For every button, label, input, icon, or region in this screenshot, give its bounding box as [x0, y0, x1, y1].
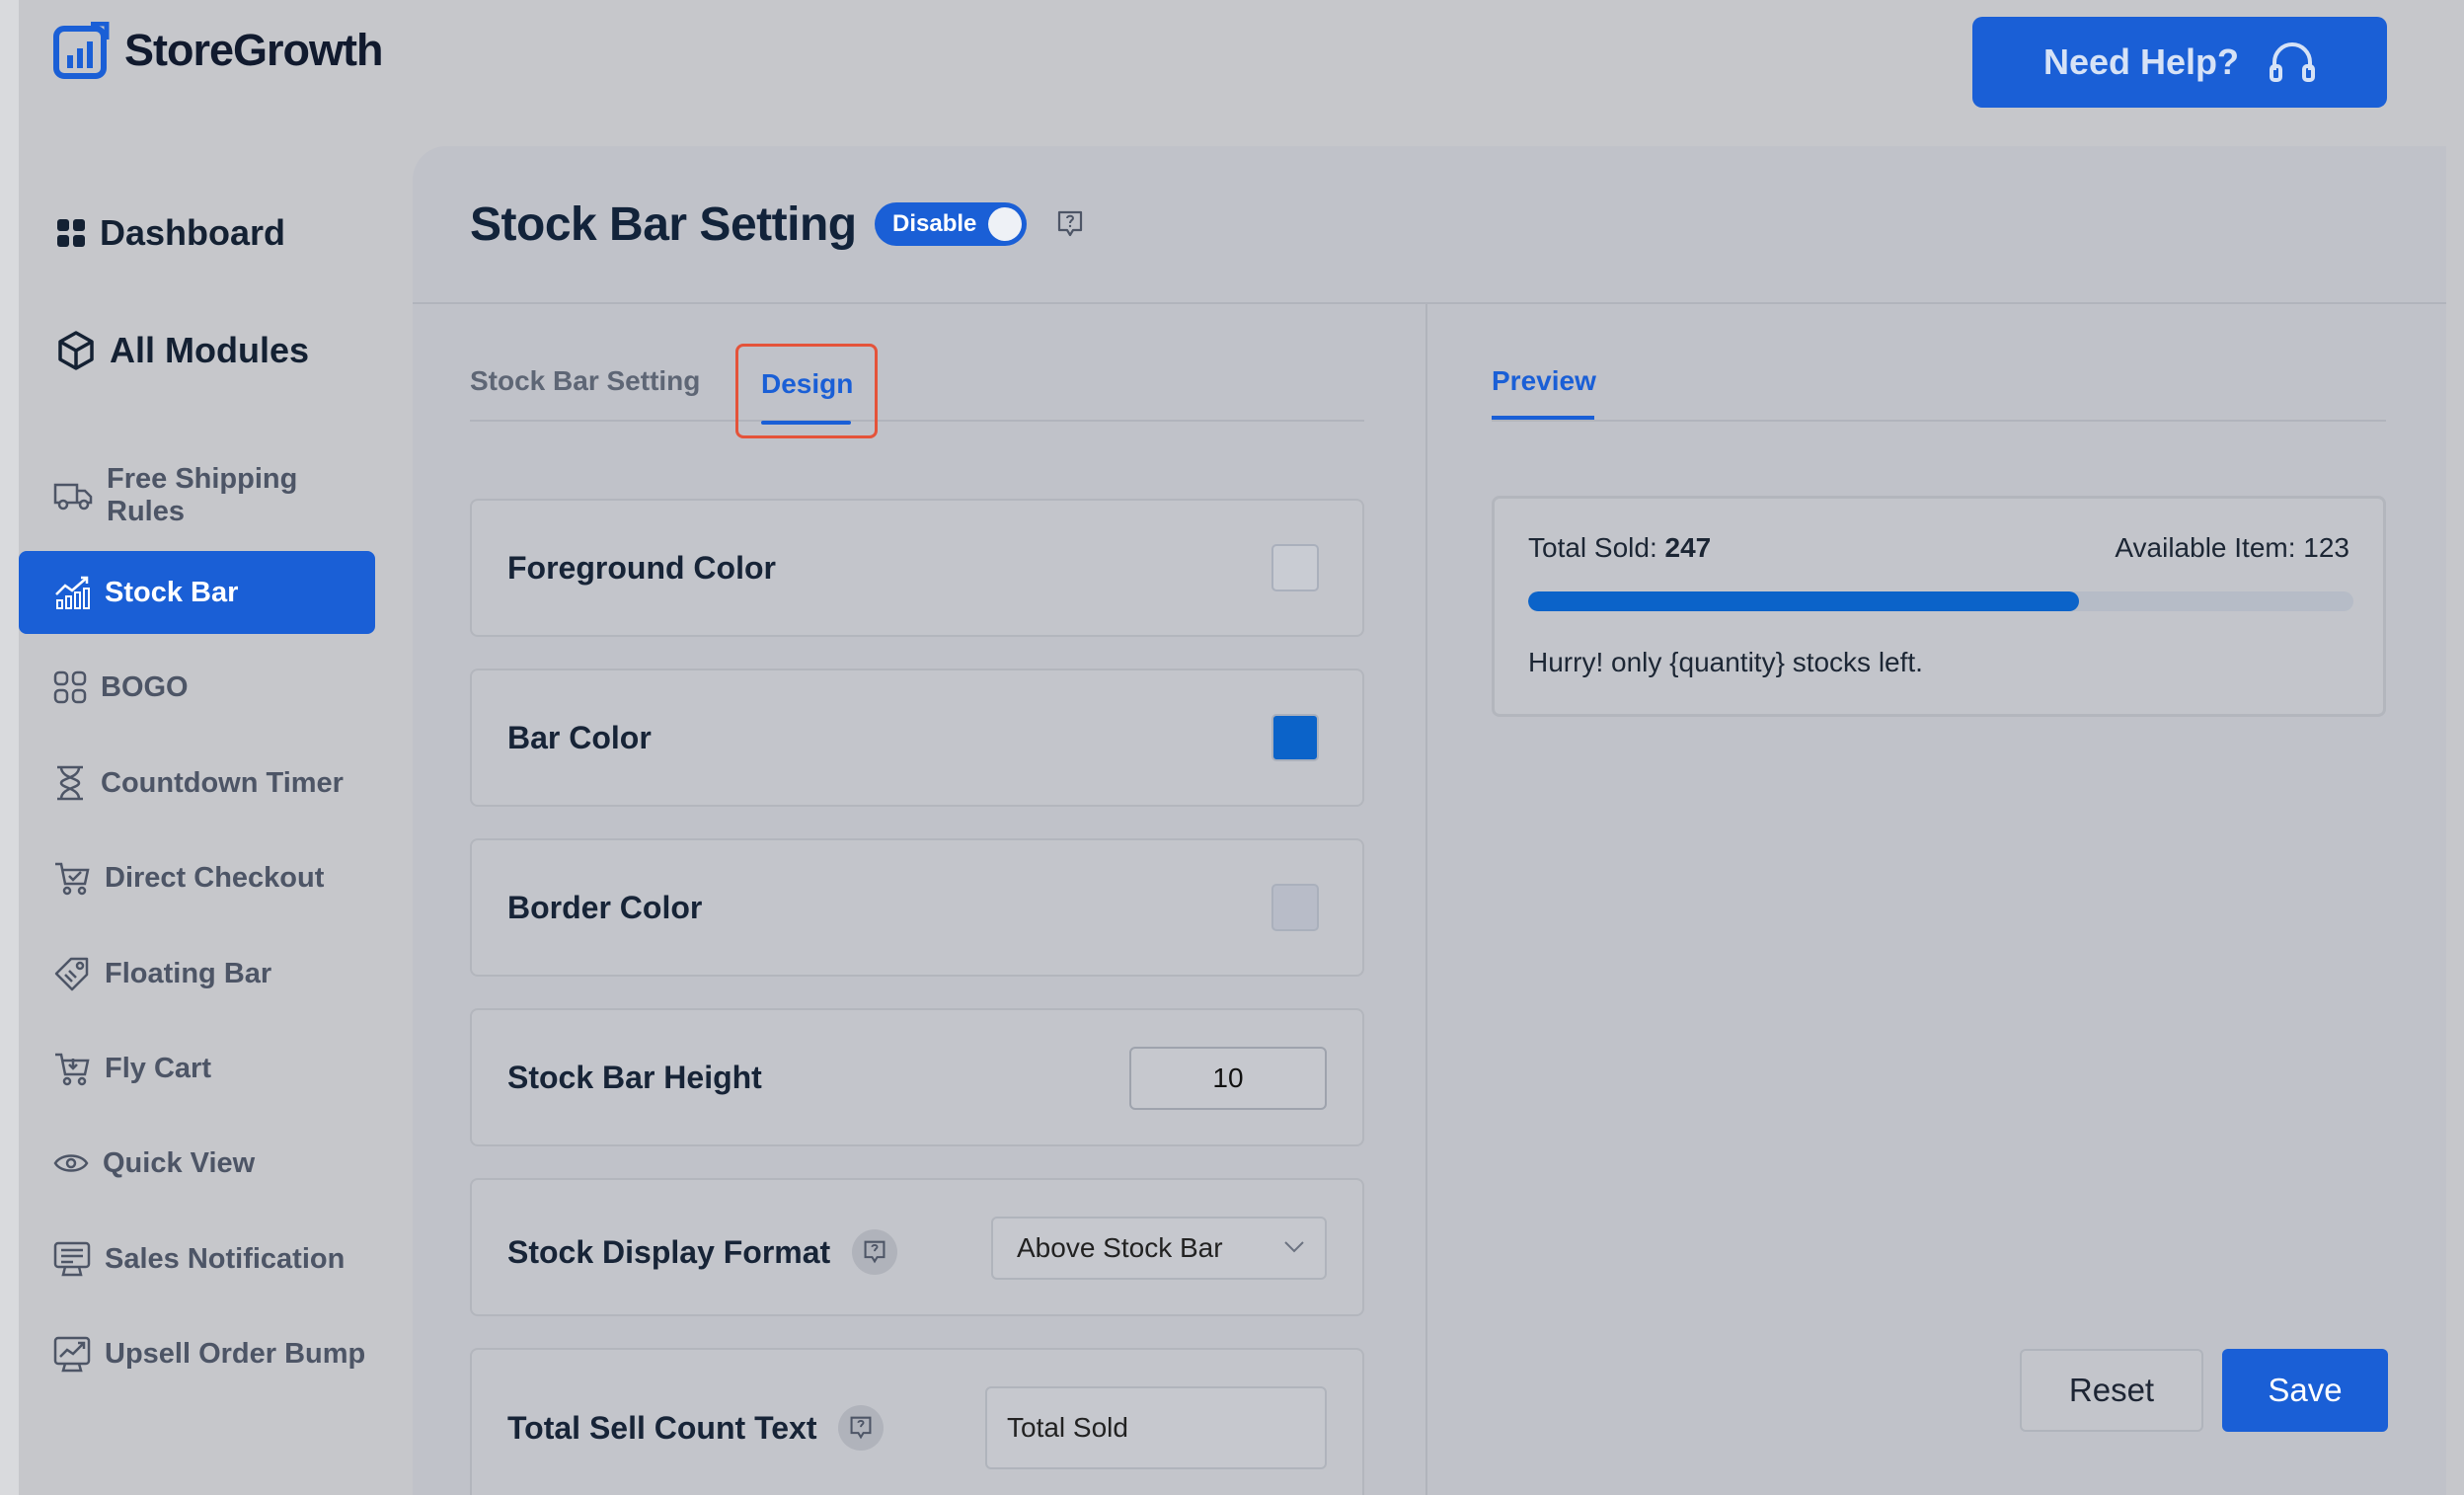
tab-preview-underline: [1492, 416, 1594, 420]
sidebar-item-countdown-timer[interactable]: Countdown Timer: [19, 742, 375, 825]
stock-chart-icon: [55, 576, 90, 609]
brand-name: StoreGrowth: [124, 25, 384, 75]
chevron-down-icon: [1284, 1241, 1304, 1253]
border-color-swatch[interactable]: [1271, 884, 1319, 931]
tab-design[interactable]: Design: [735, 344, 878, 438]
border-color-row: Border Color: [470, 838, 1364, 977]
main-panel: Stock Bar Setting Disable Stock Bar Sett…: [413, 146, 2446, 1495]
stock-bar-preview: Total Sold: 247 Available Item: 123 Hurr…: [1492, 496, 2386, 717]
cart-check-icon: [55, 862, 90, 896]
sidebar-item-label: Free Shipping Rules: [107, 463, 298, 527]
sidebar-item-upsell-order-bump[interactable]: Upsell Order Bump: [19, 1312, 375, 1395]
sidebar-item-label: Upsell Order Bump: [105, 1337, 366, 1370]
preview-available-value: 123: [2303, 532, 2349, 563]
sidebar-item-label: Fly Cart: [105, 1052, 211, 1084]
stock-bar-height-row: Stock Bar Height 10: [470, 1008, 1364, 1146]
toggle-knob: [988, 207, 1022, 241]
sidebar-item-label: Quick View: [103, 1146, 256, 1179]
sidebar-item-quick-view[interactable]: Quick View: [19, 1122, 375, 1205]
sidebar-all-modules[interactable]: All Modules: [56, 330, 309, 371]
help-tooltip-icon[interactable]: [852, 1229, 898, 1275]
sidebar-dashboard-label: Dashboard: [100, 212, 286, 253]
trend-chart-icon: [53, 1336, 91, 1373]
left-edge-strip: [0, 0, 19, 1495]
reset-button[interactable]: Reset: [2020, 1349, 2203, 1432]
sidebar-item-label: Countdown Timer: [101, 766, 344, 799]
tab-preview[interactable]: Preview: [1492, 365, 1596, 397]
sidebar-all-modules-label: All Modules: [110, 330, 310, 370]
dashboard-grid-icon: [57, 219, 85, 247]
need-help-label: Need Help?: [2042, 41, 2240, 82]
total-sell-count-text-label: Total Sell Count Text: [507, 1409, 817, 1446]
tab-design-label: Design: [761, 368, 854, 399]
tabs-baseline: [470, 420, 1364, 422]
storegrowth-logo-icon: [53, 22, 110, 79]
preview-available-item: Available Item: 123: [2115, 532, 2349, 564]
sidebar-item-free-shipping-rules[interactable]: Free Shipping Rules: [19, 454, 375, 537]
stock-display-format-select[interactable]: Above Stock Bar: [991, 1217, 1327, 1280]
sidebar-item-label: BOGO: [101, 670, 189, 703]
tab-design-underline: [761, 421, 851, 425]
foreground-color-label: Foreground Color: [507, 550, 776, 586]
enable-toggle[interactable]: Disable: [875, 202, 1027, 246]
sidebar-item-label: Stock Bar: [105, 576, 239, 608]
bar-color-swatch[interactable]: [1271, 714, 1319, 761]
headset-icon: [2270, 42, 2316, 82]
brand-logo[interactable]: StoreGrowth: [53, 22, 384, 79]
cart-icon: [55, 1053, 90, 1086]
column-divider: [1425, 304, 1427, 1495]
sidebar-item-floating-bar[interactable]: Floating Bar: [19, 932, 375, 1015]
page-title: Stock Bar Setting: [470, 198, 857, 251]
bar-color-label: Bar Color: [507, 720, 652, 755]
tag-icon: [54, 957, 89, 991]
truck-icon: [53, 483, 93, 511]
help-tooltip-icon[interactable]: [1056, 209, 1084, 239]
total-sell-count-text-row: Total Sell Count Text Total Sold: [470, 1348, 1364, 1495]
sidebar-item-stock-bar[interactable]: Stock Bar: [19, 551, 375, 634]
sidebar-item-sales-notification[interactable]: Sales Notification: [19, 1218, 375, 1300]
hourglass-icon: [57, 765, 83, 801]
bogo-icon: [53, 670, 87, 704]
preview-progress-fill: [1528, 591, 2079, 611]
toggle-label: Disable: [892, 210, 977, 237]
sidebar-item-fly-cart[interactable]: Fly Cart: [19, 1027, 375, 1110]
stock-display-format-row: Stock Display Format Above Stock Bar: [470, 1178, 1364, 1316]
sidebar-item-label: Direct Checkout: [105, 861, 325, 894]
notification-icon: [53, 1241, 91, 1277]
save-button[interactable]: Save: [2222, 1349, 2388, 1432]
sidebar-dashboard[interactable]: Dashboard: [56, 212, 285, 254]
header-divider: [413, 302, 2446, 304]
preview-total-sold: Total Sold: 247: [1528, 532, 1711, 564]
sidebar-item-label: Floating Bar: [105, 957, 272, 989]
preview-stock-message: Hurry! only {quantity} stocks left.: [1528, 647, 1923, 677]
preview-available-label: Available Item:: [2115, 532, 2296, 563]
stock-bar-height-label: Stock Bar Height: [507, 1060, 762, 1095]
foreground-color-swatch[interactable]: [1271, 544, 1319, 591]
foreground-color-row: Foreground Color: [470, 499, 1364, 637]
border-color-label: Border Color: [507, 890, 703, 925]
stock-bar-height-input[interactable]: 10: [1129, 1047, 1327, 1110]
sidebar-item-direct-checkout[interactable]: Direct Checkout: [19, 836, 375, 919]
tab-stock-bar-setting[interactable]: Stock Bar Setting: [470, 365, 700, 397]
preview-sold-value: 247: [1664, 532, 1712, 563]
preview-progress-track: [1528, 591, 2353, 611]
cube-icon: [58, 331, 94, 370]
sidebar-item-label: Sales Notification: [105, 1242, 346, 1275]
stock-display-format-value: Above Stock Bar: [1017, 1232, 1223, 1263]
stock-display-format-label: Stock Display Format: [507, 1233, 831, 1270]
total-sell-count-text-input[interactable]: Total Sold: [985, 1386, 1327, 1469]
help-tooltip-icon[interactable]: [838, 1405, 885, 1451]
bar-color-row: Bar Color: [470, 669, 1364, 807]
eye-icon: [53, 1154, 89, 1172]
sidebar-item-bogo[interactable]: BOGO: [19, 646, 375, 729]
preview-sold-label: Total Sold:: [1528, 532, 1657, 563]
need-help-button[interactable]: Need Help?: [1972, 17, 2387, 108]
preview-baseline: [1492, 420, 2386, 422]
